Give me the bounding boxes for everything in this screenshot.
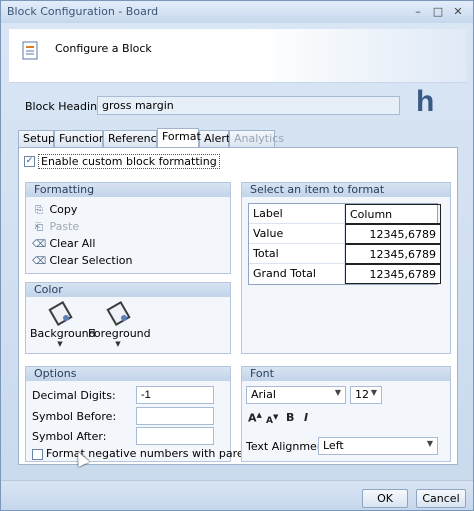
formatting-group-title: Formatting bbox=[26, 183, 230, 197]
symbol-before-label: Symbol Before: bbox=[32, 410, 117, 423]
maximize-button[interactable]: □ bbox=[431, 5, 445, 19]
format-items-table: Label Column Value 12345,6789 Total 1234… bbox=[248, 203, 441, 285]
paste-icon: ⎗ bbox=[35, 222, 43, 233]
chevron-down-icon: ▼ bbox=[57, 340, 63, 348]
color-group-title: Color bbox=[26, 283, 230, 297]
color-group: Color Background ▼ Foreground ▼ bbox=[25, 282, 231, 354]
ok-button[interactable]: OK bbox=[362, 489, 408, 508]
foreground-color-button[interactable]: Foreground ▼ bbox=[88, 301, 151, 348]
eraser-icon: ⌫ bbox=[32, 256, 47, 267]
symbol-after-input[interactable] bbox=[136, 427, 214, 445]
tab-analytics: Analytics bbox=[229, 130, 284, 147]
row-value[interactable]: 12345,6789 bbox=[345, 224, 441, 244]
row-label: Value bbox=[249, 224, 345, 244]
clear-selection-button[interactable]: ⌫ Clear Selection bbox=[32, 254, 132, 267]
select-item-group-title: Select an item to format bbox=[242, 183, 450, 197]
dialog-header: Configure a Block bbox=[9, 29, 467, 83]
minimize-button[interactable]: – bbox=[411, 5, 425, 19]
tab-alert[interactable]: Alert bbox=[199, 130, 230, 147]
chevron-down-icon: ▼ bbox=[370, 388, 377, 397]
table-row[interactable]: Grand Total 12345,6789 bbox=[249, 264, 441, 284]
symbol-after-label: Symbol After: bbox=[32, 430, 107, 443]
table-row[interactable]: Total 12345,6789 bbox=[249, 244, 441, 264]
row-value[interactable]: 12345,6789 bbox=[345, 244, 441, 264]
font-group: Font Arial ▼ 12 ▼ A▲ A▼ B I Text Alignment… bbox=[241, 366, 451, 462]
row-value[interactable]: Column bbox=[345, 204, 441, 224]
chevron-down-icon: ▼ bbox=[426, 439, 433, 448]
paint-bucket-icon bbox=[48, 301, 72, 323]
tab-references[interactable]: References bbox=[103, 130, 169, 147]
tab-functions[interactable]: Functions bbox=[54, 130, 112, 147]
decimal-digits-label: Decimal Digits: bbox=[32, 389, 116, 402]
board-logo: h bbox=[416, 85, 435, 118]
background-color-button[interactable]: Background ▼ bbox=[30, 301, 96, 348]
options-group-title: Options bbox=[26, 367, 230, 381]
paste-format-button: ⎗ Paste bbox=[32, 220, 79, 233]
eraser-icon: ⌫ bbox=[32, 239, 47, 250]
table-row[interactable]: Value 12345,6789 bbox=[249, 224, 441, 244]
row-label: Grand Total bbox=[249, 264, 345, 284]
cancel-button[interactable]: Cancel bbox=[416, 489, 466, 508]
tab-format[interactable]: Format bbox=[157, 128, 201, 147]
table-row[interactable]: Label Column bbox=[249, 204, 441, 224]
clear-all-button[interactable]: ⌫ Clear All bbox=[32, 237, 95, 250]
decimal-digits-input[interactable] bbox=[136, 386, 214, 404]
text-alignment-select[interactable]: Left ▼ bbox=[318, 437, 438, 455]
formatting-group: Formatting ⎘ Copy ⎗ Paste ⌫ Clear All ⌫ … bbox=[25, 182, 231, 274]
title-bar[interactable]: Block Configuration - Board – □ ✕ bbox=[1, 1, 473, 23]
italic-button[interactable]: I bbox=[304, 411, 308, 424]
font-group-title: Font bbox=[242, 367, 450, 381]
tab-setup[interactable]: Setup bbox=[18, 130, 55, 147]
row-value[interactable]: 12345,6789 bbox=[345, 264, 441, 284]
grow-font-button[interactable]: A▲ bbox=[248, 411, 262, 425]
copy-icon: ⎘ bbox=[35, 205, 43, 216]
block-heading-input[interactable] bbox=[97, 96, 400, 115]
paint-bucket-icon bbox=[106, 301, 130, 323]
options-group: Options Decimal Digits: Symbol Before: S… bbox=[25, 366, 287, 462]
font-family-select[interactable]: Arial ▼ bbox=[246, 386, 346, 404]
chevron-down-icon: ▼ bbox=[115, 340, 121, 348]
enable-formatting-label[interactable]: Enable custom block formatting bbox=[38, 154, 220, 169]
window-title: Block Configuration - Board bbox=[7, 5, 159, 18]
symbol-before-input[interactable] bbox=[136, 407, 214, 425]
copy-format-button[interactable]: ⎘ Copy bbox=[32, 203, 77, 216]
font-size-select[interactable]: 12 ▼ bbox=[350, 386, 382, 404]
dialog-title: Configure a Block bbox=[55, 42, 152, 55]
row-label: Label bbox=[249, 204, 345, 224]
negative-parentheses-checkbox[interactable] bbox=[32, 449, 43, 460]
chevron-down-icon: ▼ bbox=[334, 388, 341, 397]
bold-button[interactable]: B bbox=[286, 411, 294, 424]
close-button[interactable]: ✕ bbox=[451, 5, 465, 19]
dialog-footer: OK Cancel bbox=[1, 480, 473, 510]
configuration-window: Block Configuration - Board – □ ✕ Config… bbox=[0, 0, 474, 511]
shrink-font-button[interactable]: A▼ bbox=[266, 413, 278, 426]
enable-formatting-checkbox[interactable]: ✓ bbox=[24, 156, 35, 167]
select-item-group: Select an item to format Label Column Va… bbox=[241, 182, 451, 354]
format-panel: ✓ Enable custom block formatting Formatt… bbox=[18, 147, 458, 465]
document-settings-icon bbox=[22, 41, 38, 60]
block-heading-label: Block Heading: bbox=[25, 100, 108, 113]
row-label: Total bbox=[249, 244, 345, 264]
